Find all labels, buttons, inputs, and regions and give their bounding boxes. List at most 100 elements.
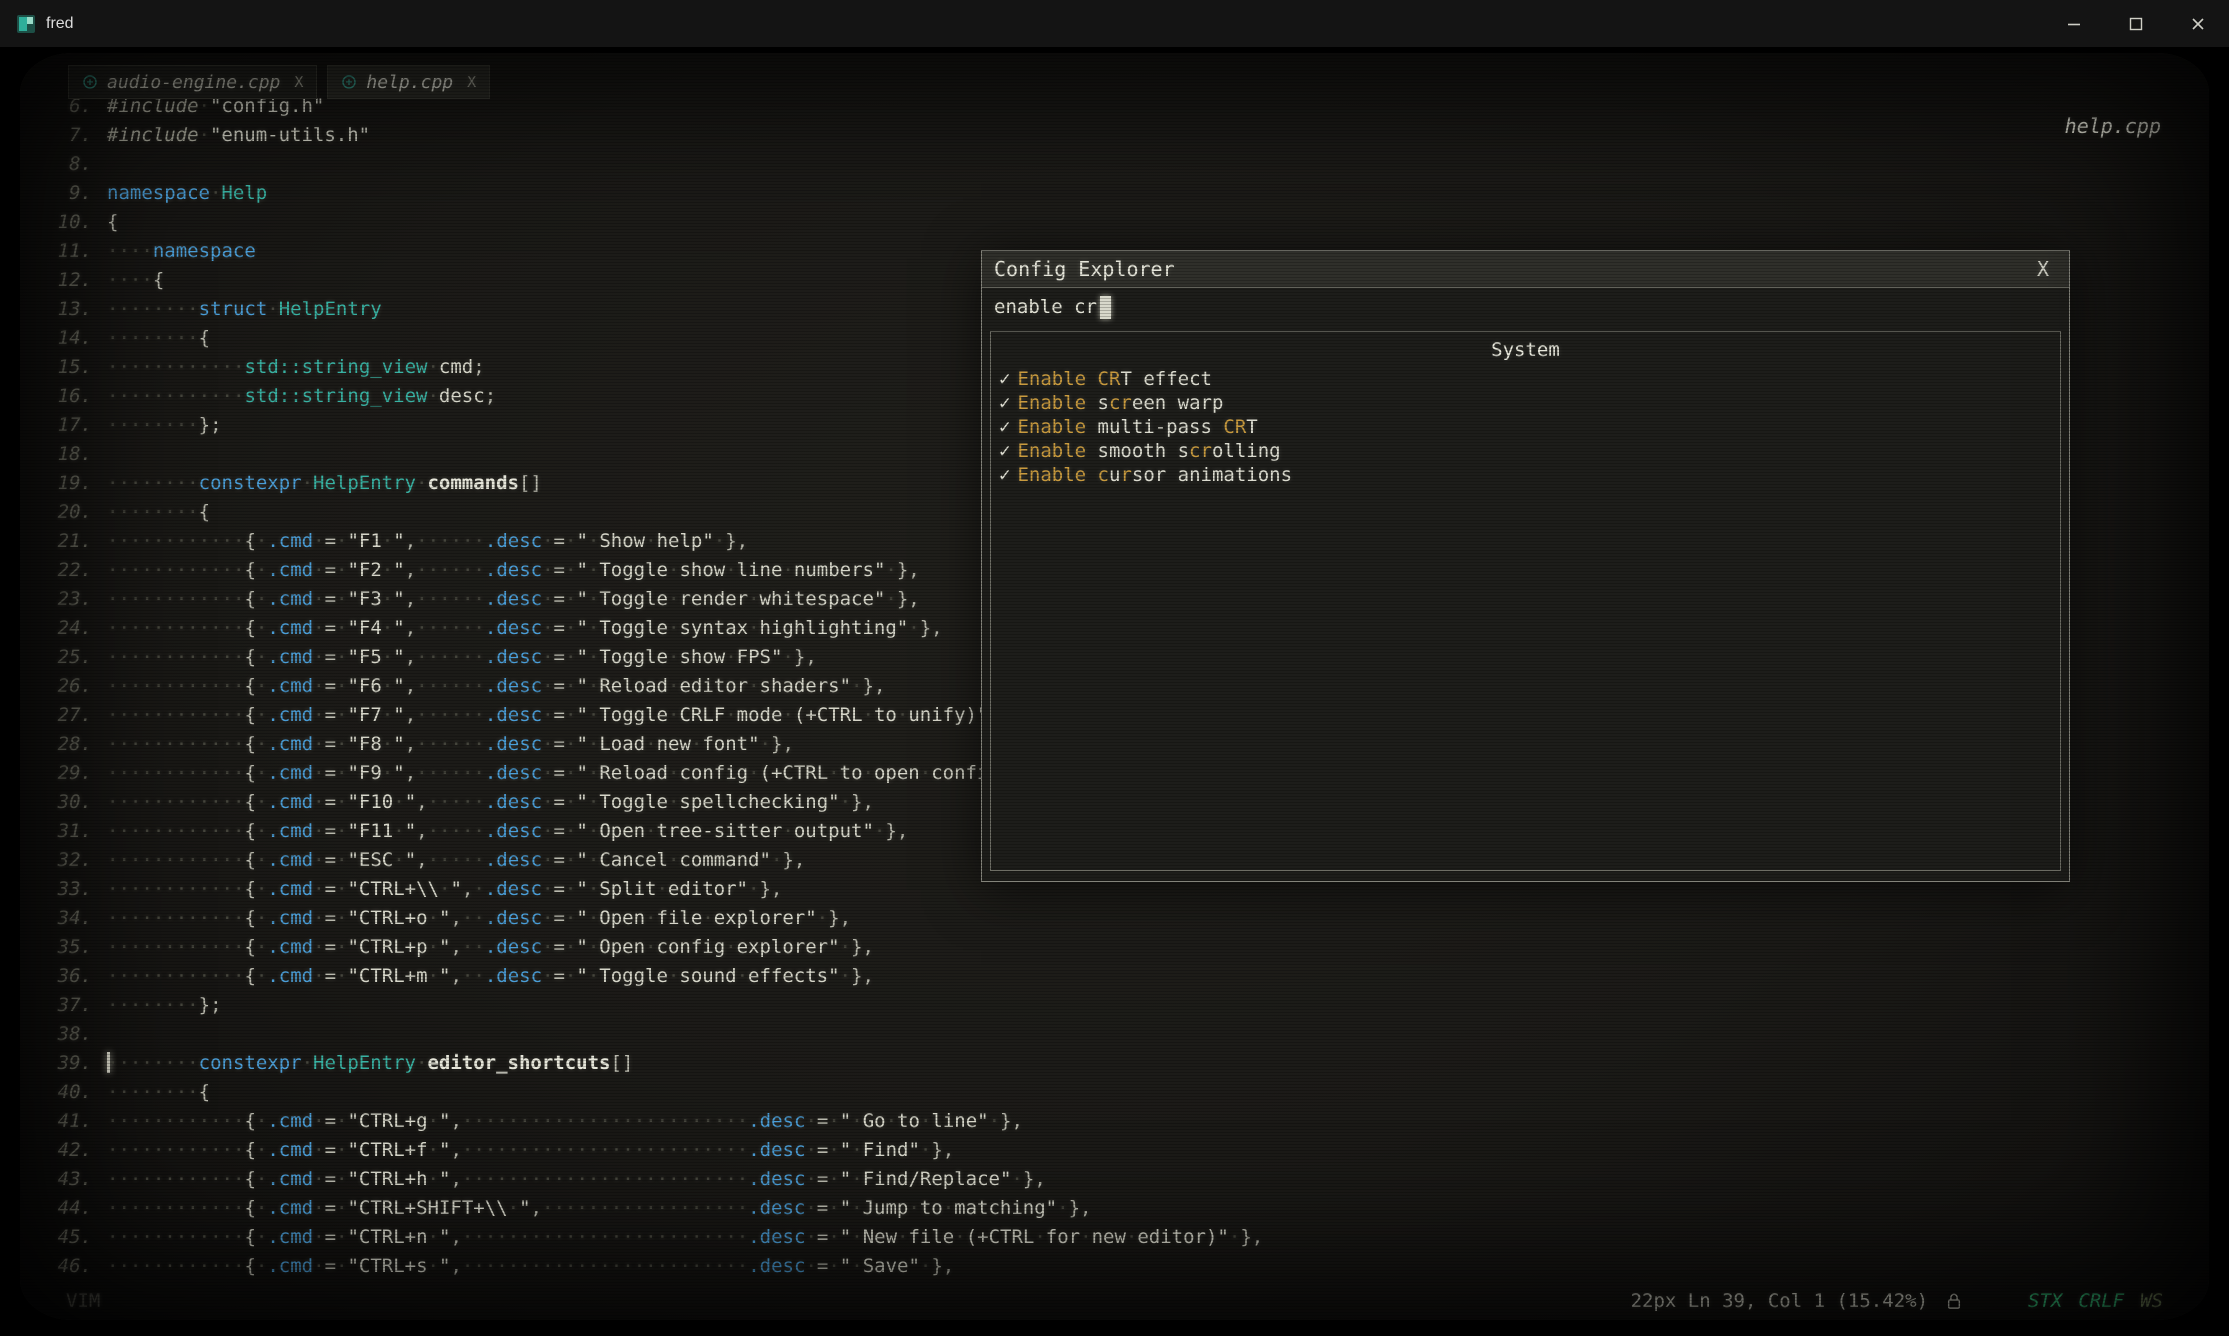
screen-area: 6.#include·"config.h"7.#include·"enum-ut… [0, 47, 2229, 1336]
tab-close-icon[interactable]: X [467, 73, 476, 91]
item-label-text: multi-pass [1086, 416, 1223, 438]
code-line[interactable]: 43.············{·.cmd·=·"CTRL+h·",······… [20, 1165, 2209, 1194]
line-number: 41. [20, 1107, 92, 1136]
status-bar: VIM 22px Ln 39, Col 1 (15.42%) STX CRLF … [20, 1284, 2209, 1312]
checkbox-checked-icon[interactable]: ✓ [999, 368, 1010, 390]
dialog-title: Config Explorer [994, 257, 1175, 281]
checkbox-checked-icon[interactable]: ✓ [999, 416, 1010, 438]
line-number: 14. [20, 324, 92, 353]
code-line[interactable]: 34.············{·.cmd·=·"CTRL+o·",··.des… [20, 904, 2209, 933]
cpp-file-icon [82, 74, 98, 90]
code-line[interactable]: 42.············{·.cmd·=·"CTRL+f·",······… [20, 1136, 2209, 1165]
line-number: 42. [20, 1136, 92, 1165]
item-label-text: een warp [1132, 392, 1224, 414]
line-number: 23. [20, 585, 92, 614]
config-item[interactable]: ✓Enable screen warp [999, 391, 2052, 415]
code-line[interactable]: 46.············{·.cmd·=·"CTRL+s·",······… [20, 1252, 2209, 1281]
line-number: 11. [20, 237, 92, 266]
line-number: 30. [20, 788, 92, 817]
code-line[interactable]: 39.········constexpr·HelpEntry·editor_sh… [20, 1049, 2209, 1078]
match-highlight-text: r [1120, 464, 1131, 486]
line-number: 39. [20, 1049, 92, 1078]
item-label-text: s [1086, 392, 1109, 414]
code-line[interactable]: 44.············{·.cmd·=·"CTRL+SHIFT+\\·"… [20, 1194, 2209, 1223]
line-number: 21. [20, 527, 92, 556]
config-item[interactable]: ✓Enable CRT effect [999, 367, 2052, 391]
item-label-text [1086, 368, 1097, 390]
line-number: 45. [20, 1223, 92, 1252]
line-number: 32. [20, 846, 92, 875]
code-line[interactable]: 9.namespace·Help [20, 179, 2209, 208]
config-item[interactable]: ✓Enable cursor animations [999, 463, 2052, 487]
line-number: 44. [20, 1194, 92, 1223]
code-line[interactable]: 37.········}; [20, 991, 2209, 1020]
item-label-text: olling [1212, 440, 1281, 462]
tab-close-icon[interactable]: X [294, 73, 303, 91]
dialog-close-button[interactable]: X [2029, 257, 2057, 281]
config-item[interactable]: ✓Enable multi-pass CRT [999, 415, 2052, 439]
tab-help[interactable]: help.cpp X [327, 65, 490, 99]
checkbox-checked-icon[interactable]: ✓ [999, 440, 1010, 462]
line-number: 38. [20, 1020, 92, 1049]
line-number: 27. [20, 701, 92, 730]
status-flags: STX CRLF WS [2028, 1290, 2163, 1312]
line-number: 43. [20, 1165, 92, 1194]
status-right-group: 22px Ln 39, Col 1 (15.42%) STX CRLF WS [1631, 1290, 2163, 1312]
tab-label: audio-engine.cpp [107, 72, 280, 93]
code-line[interactable]: 41.············{·.cmd·=·"CTRL+g·",······… [20, 1107, 2209, 1136]
tab-label: help.cpp [366, 72, 453, 93]
line-number: 40. [20, 1078, 92, 1107]
line-number: 15. [20, 353, 92, 382]
code-line[interactable]: 45.············{·.cmd·=·"CTRL+n·",······… [20, 1223, 2209, 1252]
line-number: 28. [20, 730, 92, 759]
match-highlight-text: Enable [1017, 416, 1086, 438]
code-line[interactable]: 7.#include·"enum-utils.h" [20, 121, 2209, 150]
line-number: 26. [20, 672, 92, 701]
code-line[interactable]: 8. [20, 150, 2209, 179]
config-explorer-dialog: Config Explorer X enable cr System ✓Enab… [981, 250, 2070, 882]
code-line[interactable]: 38. [20, 1020, 2209, 1049]
line-number: 46. [20, 1252, 92, 1281]
config-item[interactable]: ✓ Enable smooth scrolling [999, 439, 2052, 463]
line-number: 37. [20, 991, 92, 1020]
app-icon [16, 14, 36, 34]
search-query-text: enable cr [994, 296, 1097, 318]
line-number: 24. [20, 614, 92, 643]
flag-stx: STX [2028, 1290, 2062, 1312]
line-number: 35. [20, 933, 92, 962]
line-number: 34. [20, 904, 92, 933]
code-line[interactable]: 36.············{·.cmd·=·"CTRL+m·",··.des… [20, 962, 2209, 991]
checkbox-checked-icon[interactable]: ✓ [999, 464, 1010, 486]
tab-bar: audio-engine.cpp X help.cpp X [68, 65, 490, 99]
item-label-text: smooth s [1086, 440, 1189, 462]
tab-audio-engine[interactable]: audio-engine.cpp X [68, 65, 317, 99]
item-label-text [1086, 464, 1097, 486]
item-label-text: T effect [1120, 368, 1212, 390]
line-number: 12. [20, 266, 92, 295]
checkbox-checked-icon[interactable]: ✓ [999, 392, 1010, 414]
line-number: 13. [20, 295, 92, 324]
item-label-text: T [1246, 416, 1257, 438]
match-highlight-text: cr [1109, 392, 1132, 414]
code-line[interactable]: 40.········{ [20, 1078, 2209, 1107]
minimize-icon [2066, 16, 2082, 32]
lock-icon [1946, 1291, 1962, 1311]
maximize-button[interactable] [2105, 0, 2167, 47]
match-highlight-text: cr [1189, 440, 1212, 462]
line-number: 25. [20, 643, 92, 672]
config-search-input[interactable]: enable cr [982, 288, 2069, 326]
line-number: 10. [20, 208, 92, 237]
code-line[interactable]: 35.············{·.cmd·=·"CTRL+p·",··.des… [20, 933, 2209, 962]
line-number: 36. [20, 962, 92, 991]
code-line[interactable]: 10.{ [20, 208, 2209, 237]
maximize-icon [2128, 16, 2144, 32]
match-highlight-text: Enable [1017, 368, 1086, 390]
close-button[interactable] [2167, 0, 2229, 47]
match-highlight-text: Enable [1017, 440, 1086, 462]
cpp-file-icon [341, 74, 357, 90]
minimize-button[interactable] [2043, 0, 2105, 47]
item-label-text: sor animations [1132, 464, 1292, 486]
match-highlight-text: c [1098, 464, 1109, 486]
window-titlebar: fred [0, 0, 2229, 47]
line-number: 22. [20, 556, 92, 585]
